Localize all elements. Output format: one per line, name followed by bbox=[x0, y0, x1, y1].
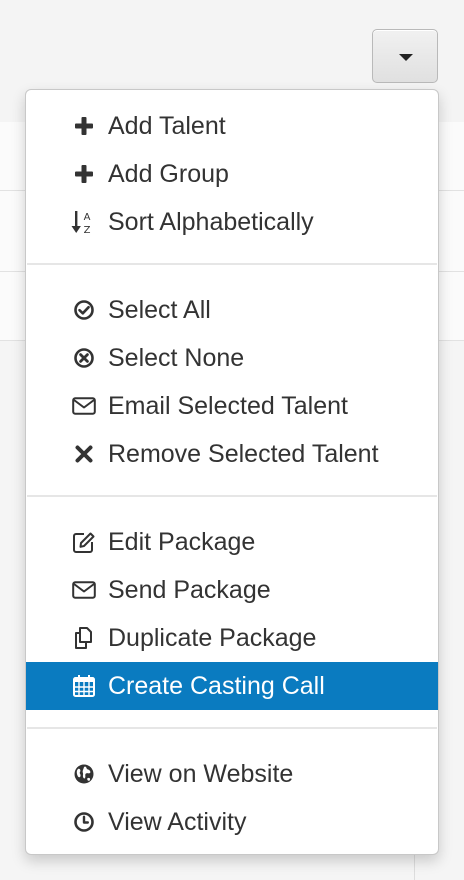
menu-divider bbox=[27, 263, 437, 265]
plus-icon bbox=[71, 113, 97, 139]
menu-item-label: Email Selected Talent bbox=[108, 391, 348, 420]
menu-item-remove-selected-talent[interactable]: Remove Selected Talent bbox=[26, 430, 438, 478]
edit-icon bbox=[71, 529, 97, 555]
menu-item-label: Send Package bbox=[108, 575, 271, 604]
menu-item-add-talent[interactable]: Add Talent bbox=[26, 102, 438, 150]
menu-item-label: Select None bbox=[108, 343, 245, 372]
menu-item-select-none[interactable]: Select None bbox=[26, 334, 438, 382]
menu-item-edit-package[interactable]: Edit Package bbox=[26, 518, 438, 566]
dropdown-menu: Add Talent Add Group A Z Sort Alphabetic… bbox=[25, 89, 439, 855]
check-circle-icon bbox=[71, 297, 97, 323]
sort-alpha-icon: A Z bbox=[71, 209, 97, 235]
menu-item-create-casting-call[interactable]: Create Casting Call bbox=[26, 662, 438, 710]
svg-text:Z: Z bbox=[84, 225, 91, 235]
dropdown-toggle-button[interactable] bbox=[372, 29, 438, 83]
menu-item-label: Select All bbox=[108, 295, 211, 324]
menu-item-label: Sort Alphabetically bbox=[108, 207, 314, 236]
menu-item-label: Remove Selected Talent bbox=[108, 439, 379, 468]
menu-item-label: View Activity bbox=[108, 807, 247, 836]
menu-divider bbox=[27, 727, 437, 729]
svg-text:A: A bbox=[84, 212, 91, 223]
copy-icon bbox=[71, 625, 97, 651]
menu-item-sort-alphabetically[interactable]: A Z Sort Alphabetically bbox=[26, 198, 438, 246]
envelope-icon bbox=[71, 393, 97, 419]
calendar-icon bbox=[71, 673, 97, 699]
menu-item-label: Add Group bbox=[108, 159, 229, 188]
menu-item-view-on-website[interactable]: View on Website bbox=[26, 750, 438, 798]
times-icon bbox=[71, 441, 97, 467]
clock-icon bbox=[71, 809, 97, 835]
menu-item-add-group[interactable]: Add Group bbox=[26, 150, 438, 198]
menu-item-label: Add Talent bbox=[108, 111, 226, 140]
times-circle-icon bbox=[71, 345, 97, 371]
menu-item-view-activity[interactable]: View Activity bbox=[26, 798, 438, 846]
menu-item-email-selected-talent[interactable]: Email Selected Talent bbox=[26, 382, 438, 430]
menu-divider bbox=[27, 495, 437, 497]
menu-item-label: Edit Package bbox=[108, 527, 256, 556]
menu-item-label: Duplicate Package bbox=[108, 623, 317, 652]
menu-item-label: Create Casting Call bbox=[108, 671, 325, 700]
menu-item-label: View on Website bbox=[108, 759, 294, 788]
globe-icon bbox=[71, 761, 97, 787]
menu-item-select-all[interactable]: Select All bbox=[26, 286, 438, 334]
menu-item-send-package[interactable]: Send Package bbox=[26, 566, 438, 614]
menu-item-duplicate-package[interactable]: Duplicate Package bbox=[26, 614, 438, 662]
plus-icon bbox=[71, 161, 97, 187]
envelope-icon bbox=[71, 577, 97, 603]
caret-down-icon bbox=[399, 54, 413, 61]
